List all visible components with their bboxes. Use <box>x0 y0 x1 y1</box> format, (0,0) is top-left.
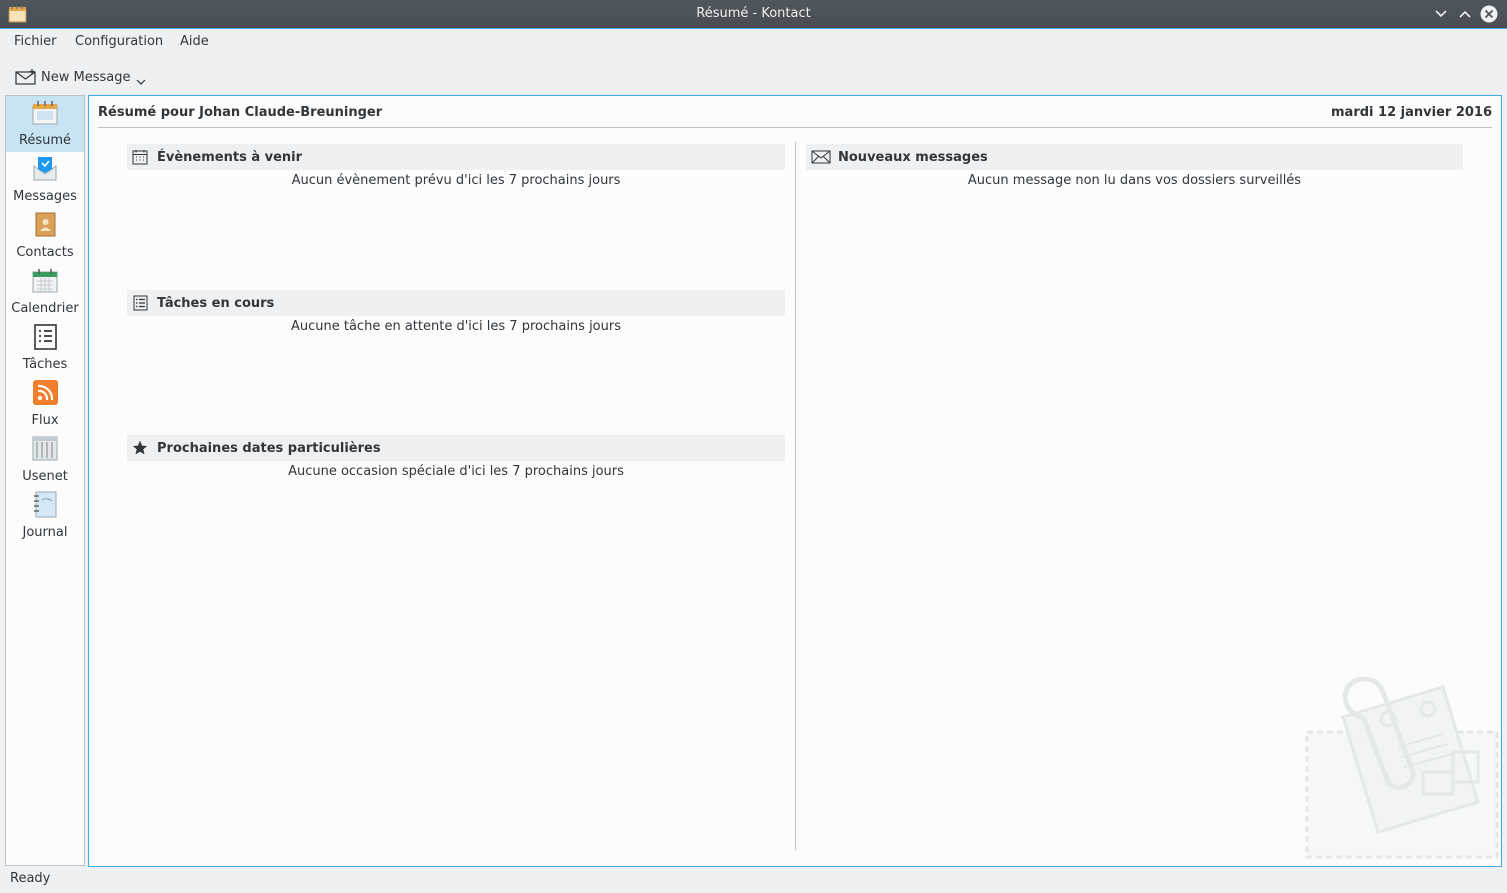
sidebar-item-usenet[interactable]: Usenet <box>6 432 84 488</box>
new-messages-empty-text: Aucun message non lu dans vos dossiers s… <box>967 173 1302 188</box>
contacts-icon <box>31 210 59 238</box>
events-empty-text: Aucun évènement prévu d'ici les 7 procha… <box>291 173 621 188</box>
summary-header: Résumé pour Johan Claude-Breuninger mard… <box>98 104 1492 128</box>
title-bar: Résumé - Kontact <box>0 0 1507 29</box>
sidebar: Résumé Messages Contacts Calendrier Tâch… <box>5 95 85 866</box>
menu-fichier[interactable]: Fichier <box>14 34 57 49</box>
sidebar-item-label: Contacts <box>16 245 74 260</box>
page-title: Résumé pour Johan Claude-Breuninger <box>98 105 383 120</box>
column-divider <box>795 142 796 850</box>
sidebar-item-label: Usenet <box>22 469 68 484</box>
sidebar-item-journal[interactable]: Journal <box>6 488 84 544</box>
sidebar-item-label: Messages <box>13 189 77 204</box>
sidebar-item-label: Calendrier <box>11 301 79 316</box>
maximize-button[interactable] <box>1456 5 1474 23</box>
tasks-title: Tâches en cours <box>157 295 275 311</box>
sidebar-item-flux[interactable]: Flux <box>6 376 84 432</box>
close-button[interactable] <box>1480 5 1498 23</box>
sidebar-item-label: Flux <box>31 413 59 428</box>
star-icon <box>132 440 148 456</box>
summary-panel: Résumé pour Johan Claude-Breuninger mard… <box>88 95 1502 867</box>
usenet-icon <box>31 434 59 462</box>
kontact-watermark-logo <box>1303 676 1501 861</box>
tasks-empty-text: Aucune tâche en attente d'ici les 7 proc… <box>290 319 621 334</box>
sidebar-item-messages[interactable]: Messages <box>6 152 84 208</box>
window-title: Résumé - Kontact <box>696 6 811 21</box>
status-bar-text: Ready <box>10 871 51 886</box>
rss-feed-icon <box>31 378 59 406</box>
summary-date: mardi 12 janvier 2016 <box>1331 105 1492 120</box>
tasks-icon <box>31 322 59 350</box>
menu-aide[interactable]: Aide <box>180 34 209 49</box>
sidebar-item-label: Résumé <box>18 133 72 148</box>
sidebar-item-resume[interactable]: Résumé <box>6 96 84 152</box>
new-messages-section-header[interactable]: Nouveaux messages <box>806 144 1463 170</box>
tasks-section-header[interactable]: Tâches en cours <box>127 290 785 316</box>
events-section-header[interactable]: Évènements à venir <box>127 144 785 170</box>
sidebar-item-contacts[interactable]: Contacts <box>6 208 84 264</box>
sidebar-item-label: Tâches <box>22 357 68 372</box>
sidebar-item-label: Journal <box>22 525 68 540</box>
menu-bar: Fichier Configuration Aide <box>0 30 1507 54</box>
menu-configuration[interactable]: Configuration <box>75 34 163 49</box>
toolbar: New Message <box>0 60 1507 90</box>
summary-icon <box>31 98 59 126</box>
new-message-button[interactable]: New Message <box>15 65 146 89</box>
mail-new-icon <box>15 69 37 85</box>
calendar-icon <box>132 149 148 165</box>
minimize-button[interactable] <box>1432 5 1450 23</box>
sidebar-item-taches[interactable]: Tâches <box>6 320 84 376</box>
new-message-label: New Message <box>41 69 131 85</box>
special-dates-section-header[interactable]: Prochaines dates particulières <box>127 435 785 461</box>
tasks-icon <box>132 295 148 311</box>
special-dates-empty-text: Aucune occasion spéciale d'ici les 7 pro… <box>288 464 624 479</box>
mail-icon <box>31 154 59 182</box>
special-dates-title: Prochaines dates particulières <box>157 440 381 456</box>
sidebar-item-calendrier[interactable]: Calendrier <box>6 264 84 320</box>
new-messages-title: Nouveaux messages <box>838 149 988 165</box>
journal-icon <box>31 490 59 518</box>
mail-icon <box>811 149 831 165</box>
events-title: Évènements à venir <box>157 149 303 165</box>
calendar-icon <box>31 266 59 294</box>
chevron-down-icon[interactable] <box>136 74 146 89</box>
